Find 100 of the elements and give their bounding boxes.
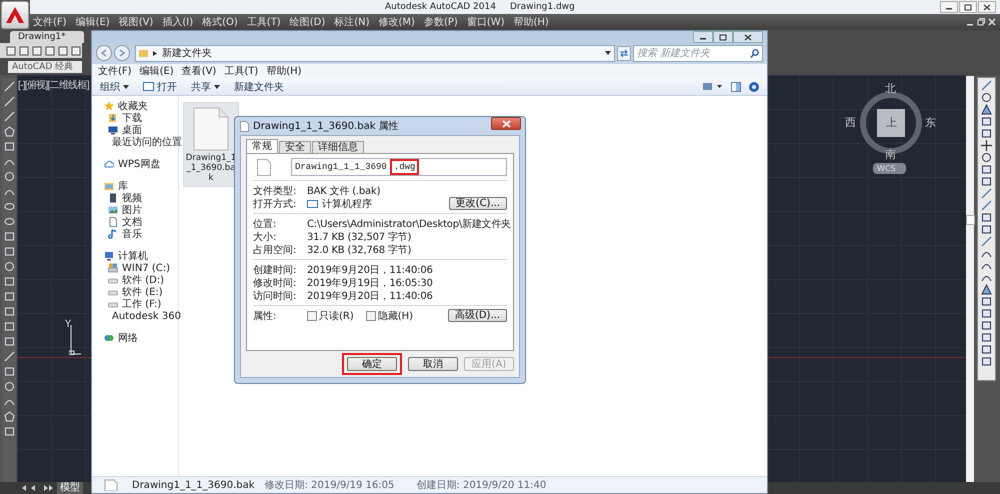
sidebar-item[interactable]: 工作 (F:) [92, 298, 178, 310]
move-arrows-icon[interactable] [981, 140, 992, 151]
compass-label[interactable]: 北 [885, 83, 896, 95]
rectangle-icon[interactable] [981, 164, 992, 175]
dialog-button[interactable]: 确定 [347, 357, 397, 371]
viewcube-face-label[interactable]: 上 [886, 117, 897, 129]
menu-item[interactable]: 绘图(D) [290, 15, 326, 29]
menu-item[interactable]: 工具(T) [246, 15, 281, 29]
advanced-button[interactable]: 高级(D)... [448, 309, 507, 322]
scrollbar[interactable] [966, 76, 974, 482]
minimize-button[interactable] [940, 1, 958, 13]
filename-field[interactable]: Drawing1_1_1_3690 .dwg [291, 158, 507, 176]
file-item[interactable]: Drawing1_1_1_3690.bak [183, 102, 239, 187]
toolbar-button[interactable]: 新建文件夹 [230, 79, 288, 94]
close-button[interactable] [733, 31, 763, 43]
document-tab[interactable]: Drawing1* [10, 31, 84, 43]
refresh-button[interactable] [617, 46, 631, 60]
toolbar-button[interactable]: 共享 [187, 79, 224, 94]
menu-item[interactable]: 参数(P) [424, 15, 458, 29]
rectangle-icon[interactable] [981, 320, 992, 331]
line-icon[interactable] [981, 188, 992, 199]
dialog-tab[interactable]: 安全 [279, 141, 311, 153]
menu-item[interactable]: 帮助(H) [266, 64, 302, 78]
menu-item[interactable]: 修改(M) [378, 15, 415, 29]
menu-item[interactable]: 插入(I) [162, 15, 194, 29]
polygon-icon[interactable] [981, 104, 992, 115]
rectangle-icon[interactable] [981, 344, 992, 355]
attribute-checkbox[interactable]: 只读(R) [307, 308, 354, 322]
sidebar-item[interactable]: 收藏夹 [92, 100, 178, 112]
circle-icon[interactable] [981, 152, 992, 163]
search-icon[interactable] [750, 48, 759, 58]
menu-item[interactable]: 标注(N) [334, 15, 370, 29]
sidebar-item[interactable]: 软件 (E:) [92, 286, 178, 298]
compass-label[interactable]: 东 [925, 117, 936, 129]
restore-button[interactable] [959, 1, 977, 13]
dropdown-arrow-icon[interactable] [605, 51, 611, 55]
menu-item[interactable]: 帮助(H) [514, 15, 549, 29]
menu-item[interactable]: 编辑(E) [140, 64, 174, 78]
help-icon[interactable] [749, 82, 759, 92]
sidebar-item[interactable]: 下载 [92, 112, 178, 124]
rectangle-icon[interactable] [981, 356, 992, 367]
minimize-button[interactable] [693, 31, 713, 43]
sidebar-item[interactable]: 桌面 [92, 124, 178, 136]
maximize-icon[interactable] [719, 34, 727, 40]
rectangle-icon[interactable] [981, 308, 992, 319]
close-button[interactable] [491, 117, 521, 130]
line-icon[interactable] [981, 236, 992, 247]
toolbar-button[interactable]: 组织 [96, 79, 133, 94]
maximize-button[interactable] [713, 31, 733, 43]
rectangle-icon[interactable] [981, 176, 992, 187]
rectangle-icon[interactable] [981, 212, 992, 223]
autocad-logo-icon[interactable] [5, 6, 25, 24]
sidebar-item[interactable]: 文档 [92, 216, 178, 228]
workspace-dropdown[interactable]: AutoCAD 经典 [8, 60, 82, 72]
sidebar-item[interactable]: 库 [92, 180, 178, 192]
chevron-icon[interactable] [152, 50, 158, 56]
polygon-icon[interactable] [981, 284, 992, 295]
sidebar-item[interactable]: WIN7 (C:) [92, 262, 178, 274]
menu-item[interactable]: 文件(F) [33, 15, 67, 29]
rectangle-icon[interactable] [981, 332, 992, 343]
refresh-arrows-icon[interactable] [619, 49, 629, 57]
close-button[interactable] [978, 1, 996, 13]
menu-item[interactable]: 工具(T) [224, 64, 258, 78]
change-button[interactable]: 更改(C)... [448, 197, 507, 210]
dialog-tab[interactable]: 详细信息 [312, 141, 364, 153]
sidebar-item[interactable]: 视频 [92, 192, 178, 204]
sidebar-item[interactable]: 计算机 [92, 250, 178, 262]
search-field[interactable]: 搜索 新建文件夹 [633, 44, 763, 62]
line-icon[interactable] [981, 200, 992, 211]
tab-navigation-icon[interactable] [20, 484, 54, 492]
menu-item[interactable]: 查看(V) [182, 64, 216, 78]
compass-label[interactable]: 西 [845, 117, 856, 129]
menu-item[interactable]: 窗口(W) [466, 15, 505, 29]
sidebar-item[interactable]: 软件 (D:) [92, 274, 178, 286]
polyline-icon[interactable] [4, 111, 14, 122]
dialog-tab[interactable]: 常规 [246, 139, 278, 153]
sidebar-item[interactable]: WPS网盘 [92, 158, 178, 170]
sidebar-item[interactable]: 音乐 [92, 228, 178, 240]
rectangle-icon[interactable] [981, 116, 992, 127]
sidebar-item[interactable]: 图片 [92, 204, 178, 216]
compass-label[interactable]: 南 [885, 149, 896, 161]
restore-icon[interactable] [964, 4, 972, 10]
layout-tab[interactable]: 模型 [57, 482, 83, 494]
toolbar-button[interactable]: 打开 [139, 79, 181, 94]
preview-pane-icon[interactable] [731, 82, 741, 92]
rectangle-icon[interactable] [981, 296, 992, 307]
menu-item[interactable]: 视图(V) [118, 15, 154, 29]
view-options-icon[interactable] [703, 82, 723, 91]
attribute-checkbox[interactable]: 隐藏(H) [366, 308, 414, 322]
rectangle-icon[interactable] [981, 224, 992, 235]
close-icon[interactable] [983, 4, 991, 10]
dialog-button[interactable]: 取消 [408, 357, 458, 371]
sidebar-item[interactable]: 网络 [92, 332, 178, 344]
menu-item[interactable]: 编辑(E) [76, 15, 110, 29]
menu-item[interactable]: 文件(F) [98, 64, 132, 78]
ellipse-icon[interactable] [4, 201, 14, 212]
circle-icon[interactable] [981, 92, 992, 103]
ellipse-icon[interactable] [4, 216, 14, 227]
menu-item[interactable]: 格式(O) [202, 15, 238, 29]
address-bar[interactable]: 新建文件夹 [135, 44, 615, 62]
